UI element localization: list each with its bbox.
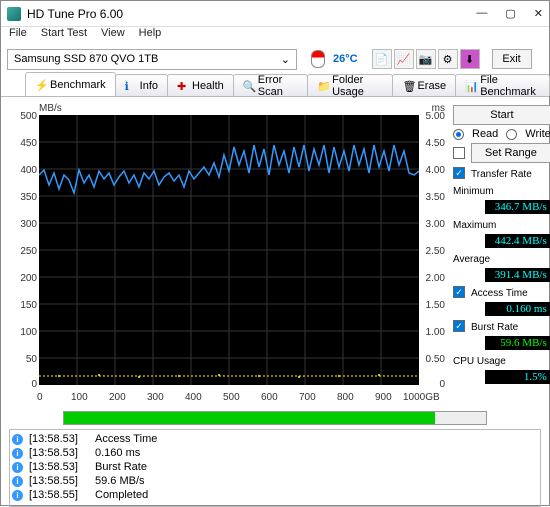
cpu-usage-value: 1.5% — [485, 370, 550, 384]
info-icon: ℹ — [125, 80, 137, 92]
menu-file[interactable]: File — [9, 27, 27, 45]
log-row: i[13:58.53]0.160 ms — [12, 446, 538, 460]
tab-benchmark[interactable]: ⚡Benchmark — [25, 72, 116, 96]
info-icon: i — [12, 434, 23, 445]
save-icon[interactable]: ⬇ — [460, 49, 480, 69]
info-icon: i — [12, 462, 23, 473]
menu-view[interactable]: View — [101, 27, 125, 45]
lightning-icon: ⚡ — [35, 79, 47, 91]
tab-info[interactable]: ℹInfo — [115, 74, 168, 96]
tab-error-scan[interactable]: 🔍Error Scan — [233, 74, 308, 96]
erase-icon: 🗑 — [402, 80, 414, 92]
copy-graph-icon[interactable]: 📈 — [394, 49, 414, 69]
minimize-button[interactable]: — — [476, 7, 487, 20]
sidebar: Start Read Write Set Range ✓Transfer Rat… — [453, 103, 550, 403]
burst-rate-value: 59.6 MB/s — [485, 336, 550, 350]
tab-erase[interactable]: 🗑Erase — [392, 74, 456, 96]
progress-bar — [63, 411, 487, 425]
tab-folder-usage[interactable]: 📁Folder Usage — [307, 74, 393, 96]
log-row: i[13:58.55]59.6 MB/s — [12, 474, 538, 488]
menu-help[interactable]: Help — [139, 27, 162, 45]
y-unit-left: MB/s — [39, 103, 65, 114]
file-bench-icon: 📊 — [465, 80, 477, 92]
chevron-down-icon: ⌄ — [281, 53, 290, 66]
set-range-button[interactable]: Set Range — [471, 143, 550, 163]
write-radio[interactable] — [506, 129, 517, 140]
minimum-value: 346.7 MB/s — [485, 200, 550, 214]
screenshot-icon[interactable]: 📷 — [416, 49, 436, 69]
titlebar: HD Tune Pro 6.00 — ▢ ✕ — [1, 1, 549, 27]
app-icon — [7, 7, 21, 21]
drive-name: Samsung SSD 870 QVO 1TB — [14, 53, 158, 65]
scan-icon: 🔍 — [243, 80, 255, 92]
options-icon[interactable]: ⚙ — [438, 49, 458, 69]
info-icon: i — [12, 476, 23, 487]
benchmark-plot — [39, 115, 419, 385]
average-value: 391.4 MB/s — [485, 268, 550, 282]
folder-icon: 📁 — [317, 80, 329, 92]
tab-file-benchmark[interactable]: 📊File Benchmark — [455, 74, 550, 96]
tab-bar: ⚡Benchmark ℹInfo ✚Health 🔍Error Scan 📁Fo… — [1, 73, 549, 97]
log-row: i[13:58.53]Access Time — [12, 432, 538, 446]
access-time-value: 0.160 ms — [485, 302, 550, 316]
toolbar: Samsung SSD 870 QVO 1TB ⌄ 26°C 📄 📈 📷 ⚙ ⬇… — [1, 45, 549, 73]
copy-text-icon[interactable]: 📄 — [372, 49, 392, 69]
menu-start-test[interactable]: Start Test — [41, 27, 87, 45]
maximum-value: 442.4 MB/s — [485, 234, 550, 248]
close-button[interactable]: ✕ — [534, 7, 543, 20]
info-icon: i — [12, 448, 23, 459]
log-row: i[13:58.55]Completed — [12, 488, 538, 502]
burst-rate-checkbox[interactable]: ✓ — [453, 320, 465, 332]
read-radio[interactable] — [453, 129, 464, 140]
range-checkbox[interactable] — [453, 147, 465, 159]
menubar: File Start Test View Help — [1, 27, 549, 45]
log-panel: i[13:58.53]Access Timei[13:58.53]0.160 m… — [9, 429, 541, 507]
maximize-button[interactable]: ▢ — [505, 7, 515, 20]
chart-area: MB/s ms 500 450 400 350 300 250 200 — [9, 103, 447, 403]
health-icon: ✚ — [177, 80, 189, 92]
start-button[interactable]: Start — [453, 105, 550, 125]
info-icon: i — [12, 490, 23, 501]
exit-button[interactable]: Exit — [492, 49, 532, 69]
transfer-rate-checkbox[interactable]: ✓ — [453, 167, 465, 179]
temperature: 26°C — [333, 53, 358, 65]
drive-select[interactable]: Samsung SSD 870 QVO 1TB ⌄ — [7, 49, 297, 70]
thermometer-icon — [311, 50, 325, 68]
access-time-checkbox[interactable]: ✓ — [453, 286, 465, 298]
tab-health[interactable]: ✚Health — [167, 74, 234, 96]
window-title: HD Tune Pro 6.00 — [27, 7, 476, 21]
log-row: i[13:58.53]Burst Rate — [12, 460, 538, 474]
